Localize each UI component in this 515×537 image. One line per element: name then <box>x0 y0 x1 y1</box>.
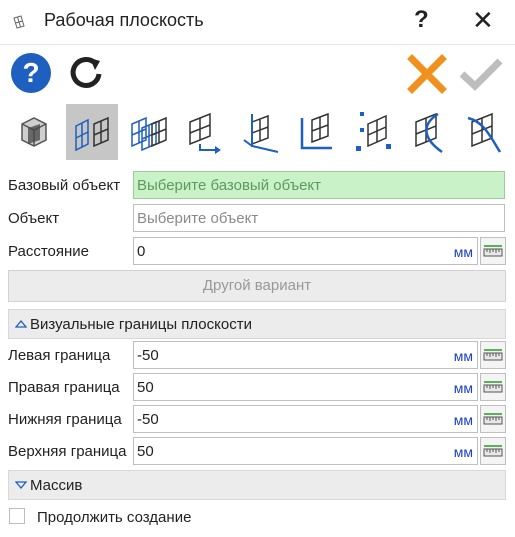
bottom-bound-field[interactable]: мм <box>133 405 478 433</box>
mode-plane-offset[interactable] <box>66 104 118 160</box>
right-bound-label: Правая граница <box>8 379 120 396</box>
mode-plane-copy[interactable] <box>122 104 174 160</box>
mode-plane-edge[interactable] <box>290 104 342 160</box>
refresh-icon <box>70 57 102 88</box>
bottom-bound-measure-button[interactable] <box>480 405 506 433</box>
left-bound-unit: мм <box>453 348 473 364</box>
solid-box-plane-icon <box>21 117 47 147</box>
object-field[interactable] <box>133 204 505 232</box>
object-label: Объект <box>8 210 60 227</box>
cancel-x-icon <box>407 54 447 94</box>
array-section-title: Массив <box>30 477 83 494</box>
distance-input[interactable] <box>137 241 417 261</box>
window-title: Рабочая плоскость <box>44 10 204 30</box>
reset-button[interactable] <box>66 52 108 94</box>
plane-surface-icon <box>467 112 502 153</box>
object-input[interactable] <box>137 208 437 228</box>
other-variant-button[interactable]: Другой вариант <box>8 270 506 302</box>
left-bound-field[interactable]: мм <box>133 341 478 369</box>
top-bound-input[interactable] <box>137 441 417 461</box>
mode-plane-angle[interactable] <box>234 104 286 160</box>
ruler-icon <box>483 245 503 257</box>
title-help-button[interactable]: ? <box>414 6 429 34</box>
left-bound-label: Левая граница <box>8 347 111 364</box>
array-section-header[interactable]: Массив <box>8 470 506 500</box>
workplane-icon <box>11 14 27 34</box>
visual-bounds-section-header[interactable]: Визуальные границы плоскости <box>8 309 506 339</box>
base-object-field[interactable] <box>133 171 505 199</box>
plane-angle-icon <box>243 114 279 153</box>
visual-bounds-title: Визуальные границы плоскости <box>30 316 252 333</box>
plane-offset-icon <box>75 116 109 152</box>
mode-plane-arrow[interactable] <box>178 104 230 160</box>
top-bound-label: Верхняя граница <box>8 443 127 460</box>
left-bound-measure-button[interactable] <box>480 341 506 369</box>
top-bound-field[interactable]: мм <box>133 437 478 465</box>
collapse-triangle-icon <box>15 319 27 328</box>
ruler-icon <box>483 381 503 393</box>
svg-text:?: ? <box>22 57 39 88</box>
cancel-button[interactable] <box>407 54 447 94</box>
distance-measure-button[interactable] <box>480 237 506 265</box>
checkmark-icon <box>459 58 503 91</box>
plane-points-icon <box>356 112 391 151</box>
continue-creation-checkbox[interactable] <box>9 508 25 524</box>
ruler-icon <box>483 445 503 457</box>
mode-plane-curve[interactable] <box>402 104 454 160</box>
left-bound-input[interactable] <box>137 345 417 365</box>
distance-unit: мм <box>453 244 473 260</box>
plane-copy-icon <box>131 116 167 152</box>
base-object-label: Базовый объект <box>8 177 121 194</box>
continue-creation-label: Продолжить создание <box>37 509 192 526</box>
mode-plane-surface[interactable] <box>458 104 510 160</box>
bottom-bound-unit: мм <box>453 412 473 428</box>
top-bound-unit: мм <box>453 444 473 460</box>
plane-arrow-icon <box>189 112 221 154</box>
plane-curve-icon <box>415 112 443 154</box>
right-bound-unit: мм <box>453 380 473 396</box>
title-bar: Рабочая плоскость ? ✕ <box>0 0 515 45</box>
ok-button[interactable] <box>458 56 504 92</box>
bottom-bound-input[interactable] <box>137 409 417 429</box>
title-close-button[interactable]: ✕ <box>472 5 494 36</box>
distance-field[interactable]: мм <box>133 237 478 265</box>
mode-plane-points[interactable] <box>346 104 398 160</box>
expand-triangle-icon <box>15 481 27 490</box>
plane-edge-icon <box>300 112 332 150</box>
top-bound-measure-button[interactable] <box>480 437 506 465</box>
ruler-icon <box>483 349 503 361</box>
bottom-bound-label: Нижняя граница <box>8 411 122 428</box>
ruler-icon <box>483 413 503 425</box>
right-bound-field[interactable]: мм <box>133 373 478 401</box>
help-circle-icon: ? <box>11 53 51 93</box>
right-bound-input[interactable] <box>137 377 417 397</box>
mode-solid-plane[interactable] <box>8 104 60 160</box>
distance-label: Расстояние <box>8 243 90 260</box>
base-object-input[interactable] <box>137 175 437 195</box>
help-button[interactable]: ? <box>9 51 53 95</box>
right-bound-measure-button[interactable] <box>480 373 506 401</box>
